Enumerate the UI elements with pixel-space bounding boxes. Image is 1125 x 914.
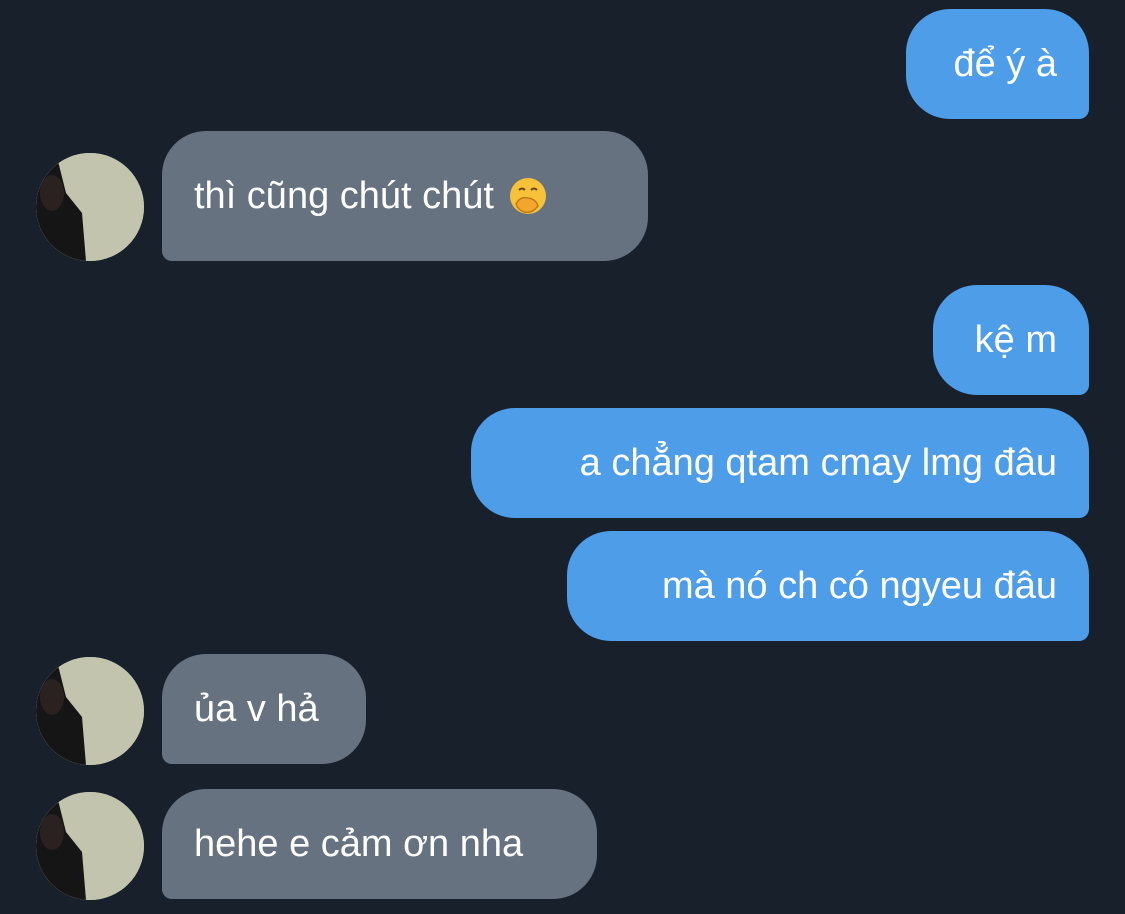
face-with-hand-over-mouth-icon [509, 178, 546, 214]
avatar-photo [36, 792, 144, 900]
message-text: a chẳng qtam cmay lmg đâu [579, 442, 1057, 484]
message-bubble-outgoing[interactable]: kệ m [933, 285, 1089, 395]
contact-avatar[interactable] [36, 153, 144, 261]
message-text: để ý à [953, 43, 1057, 85]
message-bubble-incoming[interactable]: hehe e cảm ơn nha [162, 789, 597, 899]
message-bubble-incoming[interactable]: thì cũng chút chút [162, 131, 648, 261]
message-text: thì cũng chút chút [194, 175, 494, 217]
avatar-photo [36, 153, 144, 261]
contact-avatar[interactable] [36, 657, 144, 765]
avatar-photo [36, 657, 144, 765]
message-text: ủa v hả [194, 688, 319, 730]
message-bubble-outgoing[interactable]: mà nó ch có ngyeu đâu [567, 531, 1089, 641]
message-bubble-outgoing[interactable]: a chẳng qtam cmay lmg đâu [471, 408, 1089, 518]
message-text: kệ m [974, 319, 1057, 361]
message-bubble-outgoing[interactable]: để ý à [906, 9, 1089, 119]
message-bubble-incoming[interactable]: ủa v hả [162, 654, 366, 764]
message-text: hehe e cảm ơn nha [194, 823, 524, 865]
message-text: mà nó ch có ngyeu đâu [661, 565, 1057, 607]
contact-avatar[interactable] [36, 792, 144, 900]
